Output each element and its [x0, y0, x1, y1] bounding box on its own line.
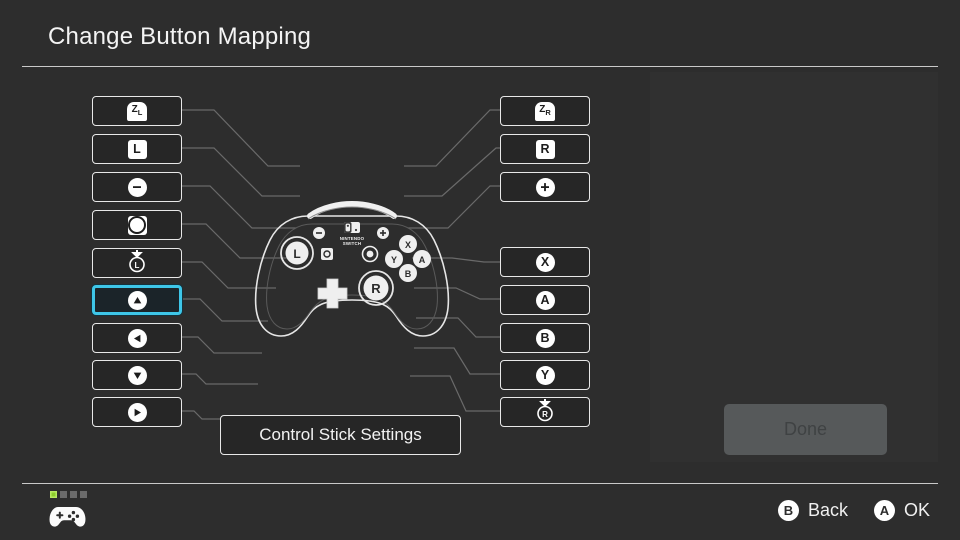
map-button-y[interactable]: Y [500, 360, 590, 390]
map-button-minus[interactable] [92, 172, 182, 202]
button-hints: B Back A OK [777, 500, 930, 521]
done-label: Done [783, 419, 828, 439]
hint-back-label: Back [807, 500, 848, 520]
control-stick-settings-label: Control Stick Settings [259, 425, 422, 444]
plus-icon [535, 177, 555, 197]
controller-slot-4 [80, 491, 87, 498]
dpad-down-icon [127, 365, 147, 385]
controller-slot-1 [50, 491, 57, 498]
pro-controller-illustration: L R X Y A B NINTENDO SWITCH [254, 200, 450, 337]
y-icon: Y [535, 365, 555, 385]
map-button-dpad-up[interactable] [92, 285, 182, 315]
dpad-left-icon [127, 328, 147, 348]
control-stick-settings-button[interactable]: Control Stick Settings [220, 415, 461, 455]
map-button-b[interactable]: B [500, 323, 590, 353]
dpad-up-icon [127, 290, 147, 310]
map-button-l[interactable]: L [92, 134, 182, 164]
a-icon: A [535, 290, 555, 310]
hint-back[interactable]: B Back [777, 500, 848, 521]
x-icon: X [535, 252, 555, 272]
svg-text:R: R [371, 281, 381, 296]
map-button-x[interactable]: X [500, 247, 590, 277]
map-button-dpad-left[interactable] [92, 323, 182, 353]
svg-text:SWITCH: SWITCH [343, 241, 362, 246]
l-icon: L [127, 139, 147, 159]
r-icon: R [535, 139, 555, 159]
map-button-capture[interactable] [92, 210, 182, 240]
map-button-r[interactable]: R [500, 134, 590, 164]
a-button-icon: A [873, 500, 895, 521]
svg-text:X: X [405, 240, 411, 250]
map-button-dpad-right[interactable] [92, 397, 182, 427]
controller-slot-2 [60, 491, 67, 498]
map-button-zl[interactable]: ZL [92, 96, 182, 126]
r-stick-press-icon: R [534, 398, 556, 427]
hint-ok-label: OK [903, 500, 930, 520]
zl-icon: ZL [127, 101, 147, 121]
gamepad-icon[interactable] [48, 503, 86, 534]
map-button-r-stick-press[interactable]: R [500, 397, 590, 427]
map-button-a[interactable]: A [500, 285, 590, 315]
svg-text:L: L [135, 261, 140, 270]
svg-text:R: R [542, 410, 548, 419]
minus-icon [127, 177, 147, 197]
map-button-dpad-down[interactable] [92, 360, 182, 390]
zr-icon: ZR [535, 101, 555, 121]
l-stick-press-icon: L [126, 249, 148, 278]
footer: B Back A OK [0, 484, 960, 540]
hint-ok[interactable]: A OK [873, 500, 930, 521]
map-button-plus[interactable] [500, 172, 590, 202]
done-button[interactable]: Done [724, 404, 887, 455]
map-button-l-stick-press[interactable]: L [92, 248, 182, 278]
svg-text:B: B [405, 269, 412, 279]
capture-icon [127, 215, 147, 235]
svg-text:A: A [419, 255, 426, 265]
map-button-zr[interactable]: ZR [500, 96, 590, 126]
b-icon: B [535, 328, 555, 348]
controller-slot-3 [70, 491, 77, 498]
b-button-icon: B [777, 500, 799, 521]
svg-text:Y: Y [391, 255, 397, 265]
svg-text:L: L [293, 247, 300, 261]
dpad-right-icon [127, 402, 147, 422]
controller-slot-indicator [50, 491, 87, 498]
